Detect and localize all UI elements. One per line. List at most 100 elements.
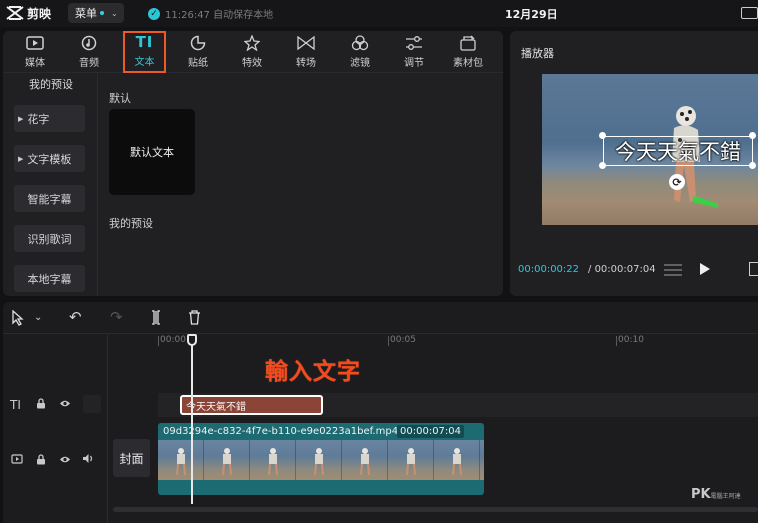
project-date: 12月29日	[505, 8, 558, 21]
tab-transition-label: 转场	[296, 58, 316, 69]
tab-effects[interactable]: 特效	[232, 34, 272, 72]
video-clip-name: 09d3294e-c832-4f7e-b110-e9e0223a1bef.mp4	[163, 426, 399, 437]
sticker-icon	[188, 34, 208, 52]
annotation-enter-text: 輸入文字	[265, 359, 361, 385]
sidebar-item-local-captions[interactable]: 本地字幕	[14, 265, 85, 292]
timeline-ruler[interactable]: 00:00 00:05 00:10	[158, 334, 758, 352]
redo-icon[interactable]: ↷	[110, 310, 123, 325]
sidebar-item-label: 花字	[27, 112, 50, 126]
filter-icon	[350, 34, 370, 52]
ruler-label: 00:10	[618, 335, 644, 345]
sidebar-item-text-template[interactable]: ▶ 文字模板	[14, 145, 85, 172]
resize-handle[interactable]	[599, 162, 606, 169]
video-thumbnail	[434, 440, 480, 480]
tab-transition[interactable]: 转场	[286, 34, 326, 72]
sidebar-item-label: 文字模板	[27, 152, 72, 166]
text-overlay[interactable]: 今天天氣不錯	[603, 136, 753, 166]
ruler-label: 00:05	[390, 335, 416, 345]
video-clip[interactable]: 09d3294e-c832-4f7e-b110-e9e0223a1bef.mp4…	[158, 423, 484, 495]
tab-audio[interactable]: 音频	[69, 34, 109, 72]
ruler-tick	[616, 336, 617, 346]
total-time-value: 00:00:07:04	[594, 264, 656, 275]
play-button[interactable]	[700, 263, 710, 275]
keyboard-shortcuts-icon[interactable]	[741, 7, 758, 19]
eye-icon[interactable]	[59, 398, 71, 411]
cover-button[interactable]: 封面	[113, 439, 150, 477]
material-panel: 媒体 音频 TI 文本 贴纸 特效 转场 滤镜 调节 素材包 我的预设 ▶ 花字…	[3, 31, 503, 296]
notification-dot	[100, 11, 104, 15]
volume-icon[interactable]	[82, 453, 94, 467]
ruler-tick	[388, 336, 389, 346]
text-track-icon: TI	[10, 398, 21, 412]
check-icon: ✓	[148, 7, 160, 20]
media-icon	[25, 34, 45, 52]
tab-media[interactable]: 媒体	[15, 34, 55, 72]
watermark-sub: 電腦王阿達	[710, 493, 741, 500]
player-panel: 播放器 今天天氣不錯 ⟳ 00:00:00:22 / 00:00:07:04	[510, 31, 758, 296]
resize-handle[interactable]	[749, 162, 756, 169]
tab-material-pack-label: 素材包	[453, 58, 483, 69]
tab-media-label: 媒体	[25, 58, 45, 69]
playhead-handle[interactable]	[187, 334, 197, 346]
text-sidebar: 我的预设 ▶ 花字 ▶ 文字模板 智能字幕 识别歌词 本地字幕	[3, 73, 98, 296]
timeline-list-icon[interactable]	[663, 263, 683, 277]
timeline-panel: ⌄ ↶ ↷ TI 00:00 00:05 00:10 輸入文字 今天天氣不錯 封…	[3, 302, 758, 523]
watermark: PK電腦王阿達	[691, 487, 741, 502]
delete-icon[interactable]	[188, 310, 201, 328]
tab-text[interactable]: TI 文本	[123, 31, 166, 73]
ruler-label: 00:00	[160, 335, 186, 345]
split-icon[interactable]	[150, 310, 162, 328]
tab-sticker[interactable]: 贴纸	[178, 34, 218, 72]
timeline-scrollbar[interactable]	[113, 507, 758, 512]
material-toolbar: 媒体 音频 TI 文本 贴纸 特效 转场 滤镜 调节 素材包	[3, 31, 503, 73]
section-preset-title: 我的预设	[109, 217, 153, 230]
rotate-icon[interactable]: ⟳	[669, 174, 685, 190]
tab-adjust[interactable]: 调节	[394, 34, 434, 72]
lock-icon[interactable]	[36, 454, 46, 468]
video-thumbnail	[342, 440, 388, 480]
current-time: 00:00:00:22	[518, 264, 580, 275]
video-track-icon	[11, 454, 23, 467]
text-clip[interactable]: 今天天氣不錯	[180, 395, 323, 415]
sidebar-item-fancy-text[interactable]: ▶ 花字	[14, 105, 85, 132]
video-clip-duration: 00:00:07:04	[397, 425, 465, 438]
sidebar-item-auto-captions[interactable]: 智能字幕	[14, 185, 85, 212]
lock-icon[interactable]	[36, 398, 46, 412]
default-text-card[interactable]: 默认文本	[109, 109, 195, 195]
sidebar-item-label: 识别歌词	[27, 232, 72, 246]
transition-icon	[296, 34, 316, 52]
caret-right-icon: ▶	[18, 114, 24, 123]
undo-icon[interactable]: ↶	[69, 310, 82, 325]
save-status-text: 11:26:47 自动保存本地	[165, 10, 274, 21]
playhead[interactable]	[191, 334, 193, 504]
menu-button[interactable]: 菜单 ⌄	[68, 3, 124, 23]
track-slot	[83, 395, 101, 413]
sidebar-title[interactable]: 我的预设	[29, 76, 73, 92]
video-thumbnail	[204, 440, 250, 480]
eye-icon[interactable]	[59, 454, 71, 467]
menu-label: 菜单	[75, 7, 97, 20]
fullscreen-icon[interactable]	[749, 262, 758, 276]
text-icon: TI	[135, 33, 154, 51]
video-preview[interactable]: 今天天氣不錯 ⟳	[542, 74, 758, 225]
chevron-down-icon[interactable]: ⌄	[34, 310, 42, 325]
chevron-down-icon: ⌄	[111, 8, 118, 18]
sidebar-item-lyrics[interactable]: 识别歌词	[14, 225, 85, 252]
save-status: ✓ 11:26:47 自动保存本地	[148, 6, 273, 21]
total-time: / 00:00:07:04	[588, 264, 656, 275]
material-pack-icon	[458, 34, 478, 52]
text-content-area: 默认 默认文本 我的预设	[98, 73, 503, 296]
sidebar-item-label: 智能字幕	[27, 192, 72, 206]
app-name: 剪映	[27, 6, 52, 21]
section-default-title: 默认	[109, 92, 131, 105]
select-tool-icon[interactable]	[11, 309, 25, 329]
resize-handle[interactable]	[599, 132, 606, 139]
resize-handle[interactable]	[749, 132, 756, 139]
tab-filter[interactable]: 滤镜	[340, 34, 380, 72]
tab-audio-label: 音频	[79, 58, 99, 69]
tab-sticker-label: 贴纸	[188, 58, 208, 69]
video-thumbnail	[388, 440, 434, 480]
tab-material-pack[interactable]: 素材包	[448, 34, 488, 72]
video-thumbnail	[250, 440, 296, 480]
ruler-tick	[158, 336, 159, 346]
